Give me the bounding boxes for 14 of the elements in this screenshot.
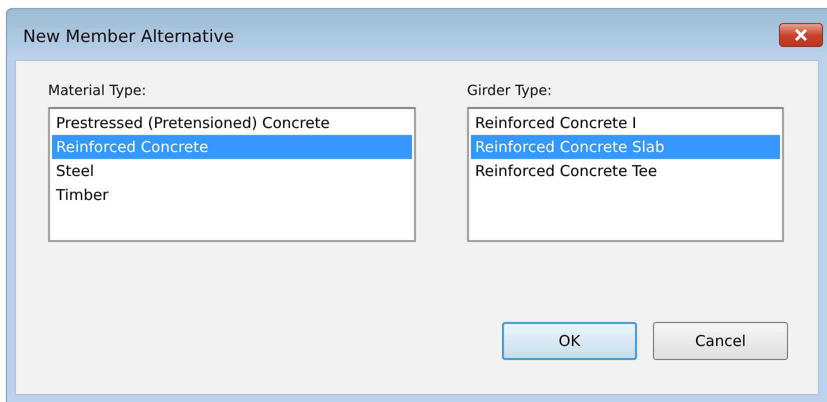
list-item[interactable]: Reinforced Concrete Tee xyxy=(471,159,780,183)
list-label: Material Type: xyxy=(48,83,148,99)
list-box[interactable]: Prestressed (Pretensioned) Concrete Reinforced Concrete Steel Timber xyxy=(48,107,416,242)
cancel-button[interactable]: Cancel xyxy=(653,322,788,360)
list-item[interactable]: Prestressed (Pretensioned) Concrete xyxy=(52,111,412,135)
list-item[interactable]: Steel xyxy=(52,159,412,183)
list-box[interactable]: Reinforced Concrete I Reinforced Concrete Slab Reinforced Concrete Tee xyxy=(467,107,784,242)
window-title: New Member Alternative xyxy=(23,26,234,46)
ok-button[interactable]: OK xyxy=(502,322,637,360)
list-item[interactable]: Reinforced Concrete I xyxy=(471,111,780,135)
close-button[interactable] xyxy=(779,22,823,46)
list-item[interactable]: Timber xyxy=(52,183,412,207)
close-icon xyxy=(794,28,808,40)
list-label: Girder Type: xyxy=(467,83,553,99)
